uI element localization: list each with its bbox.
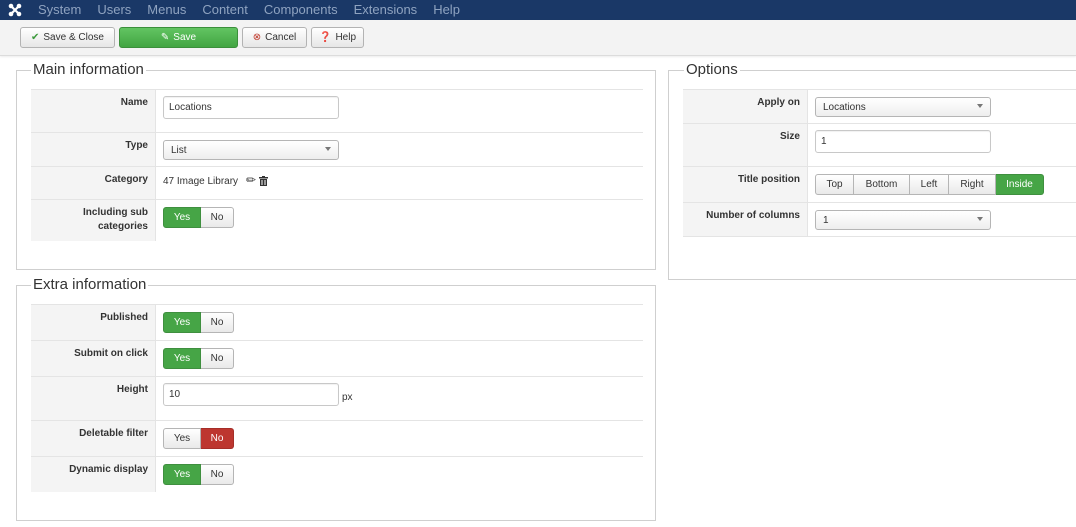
category-value: 47 Image Library: [163, 176, 239, 187]
subcategories-yes-button[interactable]: Yes: [163, 207, 201, 228]
title-position-top-button[interactable]: Top: [815, 174, 854, 195]
menu-help[interactable]: Help: [425, 0, 468, 20]
menu-system[interactable]: System: [30, 0, 89, 20]
save-label: Save: [173, 32, 197, 43]
menu-menus[interactable]: Menus: [139, 0, 194, 20]
submit-row: Submit on click: [31, 340, 643, 377]
height-label: Height: [31, 377, 156, 421]
deletable-no-button[interactable]: No: [201, 428, 234, 449]
edit-icon: ✎: [160, 31, 170, 43]
subcategories-toggle: Yes No: [163, 207, 234, 228]
title-position-label: Title position: [683, 167, 808, 203]
dynamic-no-button[interactable]: No: [201, 464, 234, 485]
subcategories-label: Including sub categories: [31, 200, 156, 241]
height-input[interactable]: 10: [163, 383, 339, 406]
columns-select[interactable]: 1: [815, 210, 991, 230]
menu-content[interactable]: Content: [194, 0, 256, 20]
apply-on-value: Locations: [823, 101, 866, 113]
type-select[interactable]: List: [163, 140, 339, 160]
height-unit: px: [342, 392, 353, 403]
title-position-group: Top Bottom Left Right Inside: [815, 174, 1044, 195]
options-legend: Options: [684, 61, 740, 79]
main-information-legend: Main information: [31, 61, 146, 79]
dynamic-row: Dynamic display: [31, 456, 643, 492]
type-select-value: List: [171, 144, 187, 156]
cancel-button[interactable]: ⊗ Cancel: [242, 27, 307, 48]
title-position-bottom-button[interactable]: Bottom: [854, 174, 910, 195]
trash-icon[interactable]: [259, 176, 268, 186]
published-yes-button[interactable]: Yes: [163, 312, 201, 333]
published-toggle: Yes No: [163, 312, 234, 333]
published-label: Published: [31, 305, 156, 341]
columns-value: 1: [823, 214, 829, 226]
published-no-button[interactable]: No: [201, 312, 234, 333]
help-label: Help: [335, 32, 357, 43]
submit-label: Submit on click: [31, 341, 156, 377]
cancel-label: Cancel: [265, 32, 297, 43]
pencil-icon[interactable]: ✏: [246, 173, 256, 187]
title-position-inside-button[interactable]: Inside: [996, 174, 1044, 195]
help-button[interactable]: ❓ Help: [311, 27, 364, 48]
name-label: Name: [31, 90, 156, 133]
subcategories-no-button[interactable]: No: [201, 207, 234, 228]
menu-extensions[interactable]: Extensions: [346, 0, 426, 20]
dynamic-label: Dynamic display: [31, 457, 156, 492]
chevron-down-icon: [977, 217, 983, 221]
published-row: Published: [31, 304, 643, 341]
type-label: Type: [31, 133, 156, 167]
deletable-yes-button[interactable]: Yes: [163, 428, 201, 449]
apply-on-select[interactable]: Locations: [815, 97, 991, 117]
joomla-logo-icon[interactable]: [0, 0, 30, 20]
deletable-label: Deletable filter: [31, 421, 156, 457]
save-button[interactable]: ✎ Save: [119, 27, 238, 48]
chevron-down-icon: [977, 104, 983, 108]
deletable-row: Deletable filter: [31, 420, 643, 457]
name-input[interactable]: Locations: [163, 96, 339, 119]
save-close-button[interactable]: ✔ Save & Close: [20, 27, 115, 48]
toolbar: ✔ Save & Close ✎ Save ⊗ Cancel ❓ Help: [0, 20, 1076, 56]
submit-no-button[interactable]: No: [201, 348, 234, 369]
apply-on-label: Apply on: [683, 90, 808, 124]
submit-toggle: Yes No: [163, 348, 234, 369]
checkmark-icon: ✔: [31, 31, 40, 43]
submit-yes-button[interactable]: Yes: [163, 348, 201, 369]
size-label: Size: [683, 124, 808, 167]
save-close-label: Save & Close: [43, 32, 104, 43]
category-row: Category: [31, 166, 643, 200]
question-icon: ❓: [318, 31, 332, 43]
columns-label: Number of columns: [683, 203, 808, 236]
extra-information-legend: Extra information: [31, 276, 149, 294]
size-input[interactable]: 1: [815, 130, 991, 153]
cancel-icon: ⊗: [252, 31, 262, 43]
category-label: Category: [31, 167, 156, 200]
dynamic-toggle: Yes No: [163, 464, 234, 485]
menu-components[interactable]: Components: [256, 0, 346, 20]
chevron-down-icon: [325, 147, 331, 151]
subcategories-row: Including sub categories: [31, 199, 643, 241]
dynamic-yes-button[interactable]: Yes: [163, 464, 201, 485]
top-navbar: System Users Menus Content Components Ex…: [0, 0, 1076, 20]
title-position-right-button[interactable]: Right: [949, 174, 996, 195]
title-position-left-button[interactable]: Left: [910, 174, 949, 195]
deletable-toggle: Yes No: [163, 428, 234, 449]
menu-users[interactable]: Users: [89, 0, 139, 20]
